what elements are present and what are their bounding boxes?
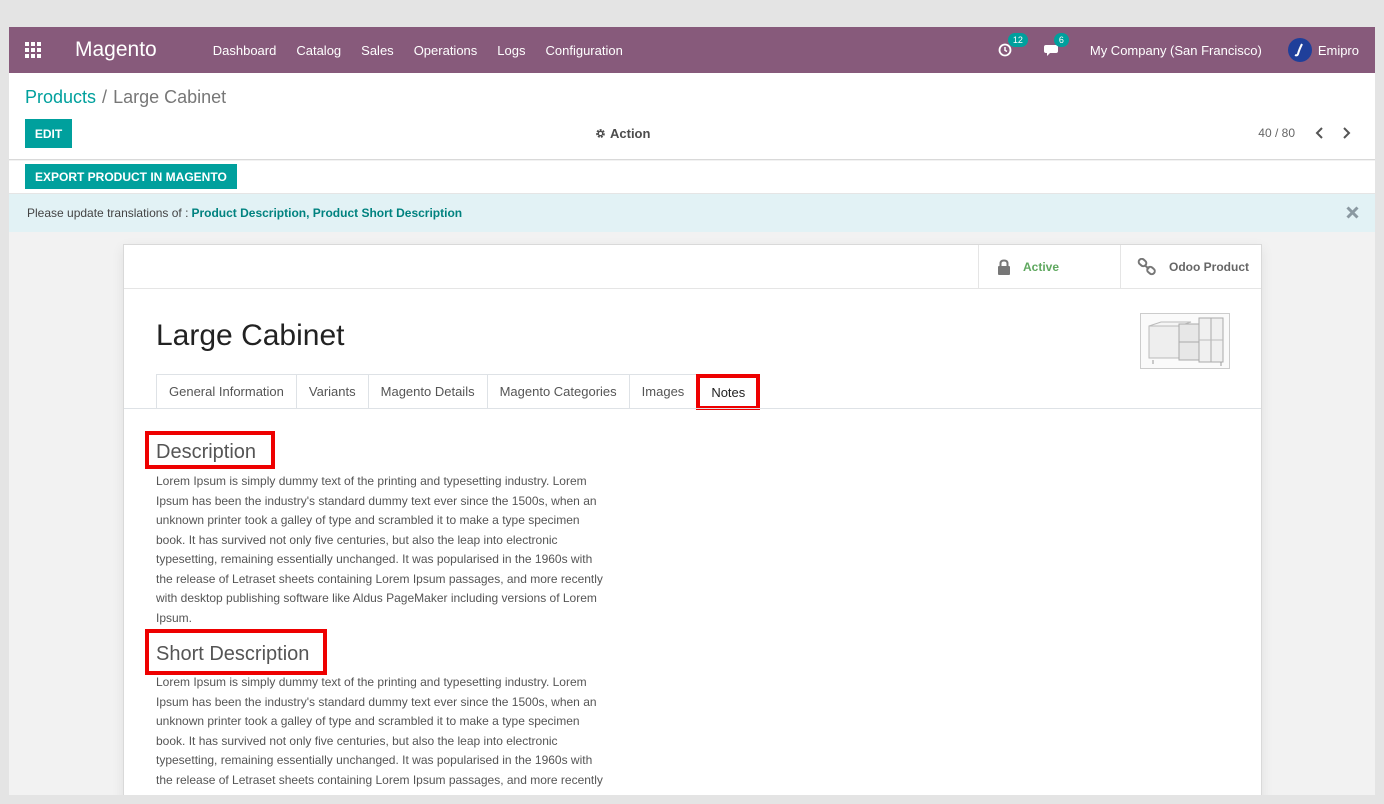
form-tabs: General Information Variants Magento Det… — [156, 374, 761, 410]
description-line: unknown printer took a galley of type an… — [156, 513, 580, 527]
short-description-title: Short Description — [156, 643, 310, 665]
chevron-right-icon — [1343, 127, 1351, 139]
smart-button-box: Active Odoo Product — [124, 245, 1261, 289]
description-line: Ipsum. — [156, 610, 193, 625]
alert-close-button[interactable] — [1346, 206, 1359, 222]
message-count-badge: 6 — [1053, 33, 1069, 47]
product-image[interactable] — [1140, 313, 1230, 369]
menu-operations[interactable]: Operations — [414, 43, 478, 58]
top-navbar: Magento Dashboard Catalog Sales Operatio… — [9, 27, 1375, 73]
app-brand[interactable]: Magento — [75, 38, 157, 62]
app-window: Magento Dashboard Catalog Sales Operatio… — [9, 27, 1375, 795]
action-label: Action — [610, 126, 651, 141]
description-line: Lorem Ipsum is simply dummy text of the … — [156, 474, 587, 488]
user-name: Emipro — [1317, 42, 1359, 58]
control-panel: Products / Large Cabinet EDIT Action 40 / … — [9, 73, 1375, 160]
action-dropdown[interactable]: Action — [595, 126, 650, 141]
activity-count-badge: 12 — [1007, 33, 1028, 47]
pager-value[interactable]: 40 / 80 — [1258, 126, 1295, 140]
form-header: EXPORT PRODUCT IN MAGENTO — [9, 161, 1375, 194]
form-sheet: Active Odoo Product Large Cabinet Genera… — [123, 244, 1262, 795]
short-description-line: the release of Letraset sheets containin… — [156, 772, 603, 787]
tab-magento-details[interactable]: Magento Details — [367, 374, 487, 409]
pager-next-button[interactable] — [1341, 126, 1351, 144]
navbar-systray: 12 6 My Company (San Francisco) Emipro — [998, 27, 1359, 73]
alert-prefix: Please update translations of : — [27, 206, 189, 220]
tab-variants[interactable]: Variants — [295, 374, 368, 409]
description-line: Ipsum has been the industry's standard d… — [156, 493, 597, 508]
close-icon — [1346, 206, 1359, 219]
active-label: Active — [1023, 260, 1060, 274]
translation-alert: Please update translations of : Product … — [9, 194, 1375, 232]
description-line: with desktop publishing software like Al… — [156, 591, 597, 605]
breadcrumb: Products / Large Cabinet — [25, 87, 226, 108]
description-line: typesetting, remaining essentially uncha… — [156, 552, 593, 566]
apps-grid-icon[interactable] — [25, 41, 43, 59]
chevron-left-icon — [1315, 127, 1323, 139]
menu-sales[interactable]: Sales — [361, 43, 394, 58]
messages-button[interactable]: 6 — [1043, 33, 1069, 59]
tab-notes[interactable]: Notes — [696, 374, 761, 410]
link-icon — [1137, 258, 1156, 276]
breadcrumb-current: Large Cabinet — [113, 87, 227, 107]
pager-previous-button[interactable] — [1315, 126, 1325, 144]
short-description-line: unknown printer took a galley of type an… — [156, 714, 580, 728]
export-product-button[interactable]: EXPORT PRODUCT IN MAGENTO — [25, 164, 237, 189]
product-title: Large Cabinet — [156, 319, 345, 352]
lock-icon — [998, 258, 1010, 275]
menu-logs[interactable]: Logs — [497, 43, 525, 58]
menu-catalog[interactable]: Catalog — [296, 43, 341, 58]
odoo-product-button[interactable]: Odoo Product — [1120, 245, 1262, 289]
short-description-line: Ipsum has been the industry's standard d… — [156, 694, 597, 709]
edit-button[interactable]: EDIT — [25, 119, 72, 148]
tabs-divider — [124, 408, 1261, 409]
company-switcher[interactable]: My Company (San Francisco) — [1090, 43, 1262, 58]
avatar — [1287, 38, 1312, 62]
alert-fields: Product Description, Product Short Descr… — [191, 206, 463, 220]
odoo-product-label: Odoo Product — [1169, 260, 1249, 274]
tab-general-information[interactable]: General Information — [156, 374, 296, 409]
user-menu[interactable]: Emipro — [1287, 38, 1359, 62]
tab-images[interactable]: Images — [628, 374, 697, 409]
menu-configuration[interactable]: Configuration — [545, 43, 622, 58]
breadcrumb-separator: / — [102, 87, 108, 107]
breadcrumb-products[interactable]: Products — [25, 87, 96, 107]
short-description-line: book. It has survived not only five cent… — [156, 733, 558, 748]
main-menu: Dashboard Catalog Sales Operations Logs … — [213, 43, 643, 58]
short-description-text: Lorem Ipsum is simply dummy text of the … — [156, 673, 646, 790]
gear-icon — [596, 129, 605, 138]
tab-magento-categories[interactable]: Magento Categories — [486, 374, 629, 409]
short-description-line: typesetting, remaining essentially uncha… — [156, 753, 593, 767]
short-description-line: Lorem Ipsum is simply dummy text of the … — [156, 675, 587, 689]
menu-dashboard[interactable]: Dashboard — [213, 43, 277, 58]
activity-button[interactable]: 12 — [998, 33, 1028, 59]
active-toggle-button[interactable]: Active — [978, 245, 1120, 289]
description-text: Lorem Ipsum is simply dummy text of the … — [156, 472, 646, 628]
description-title: Description — [156, 441, 257, 463]
description-line: book. It has survived not only five cent… — [156, 532, 558, 547]
description-line: the release of Letraset sheets containin… — [156, 571, 603, 586]
